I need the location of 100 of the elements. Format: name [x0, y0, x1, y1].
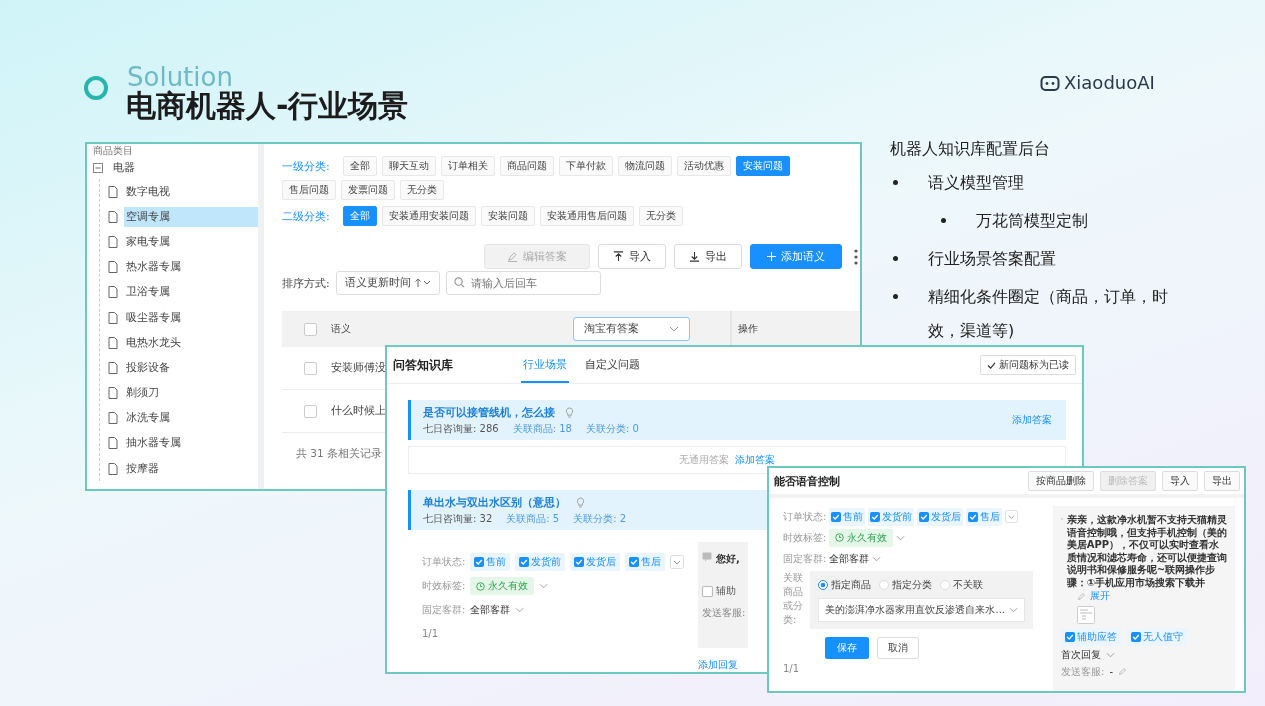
tree-item[interactable]: 抽水器专属 — [124, 433, 258, 454]
table-cell: 什么时候上 — [331, 404, 386, 418]
checkbox-icon — [519, 557, 530, 567]
stat-text: 关联分类: 0 — [585, 421, 639, 436]
sort-dropdown[interactable]: 语义更新时间 — [335, 271, 440, 295]
category-tag[interactable]: 商品问题 — [499, 156, 554, 176]
category-tag[interactable]: 聊天互动 — [381, 156, 436, 176]
chevron-down-icon[interactable] — [1106, 651, 1115, 658]
radio-icon — [818, 580, 829, 590]
bullet-icon — [893, 256, 898, 261]
radio-option[interactable]: 不关联 — [940, 578, 984, 592]
slide-title: 电商机器人-行业场景 — [126, 88, 409, 124]
tree-item[interactable]: 吸尘器专属 — [124, 307, 258, 328]
category-tag[interactable]: 安装通用售后问题 — [539, 206, 634, 226]
toolbar-button[interactable]: 按商品删除 — [1028, 471, 1094, 491]
pencil-icon[interactable] — [1118, 667, 1127, 676]
lightbulb-icon — [576, 496, 585, 508]
filter-label: 二级分类: — [282, 208, 330, 224]
category-tag[interactable]: 无分类 — [638, 206, 683, 226]
answer-filter-dropdown[interactable]: 淘宝有答案 — [573, 317, 690, 341]
file-icon — [108, 361, 118, 374]
category-tag[interactable]: 物流问题 — [617, 156, 672, 176]
bullet-text: 万花筒模型定制 — [976, 210, 1089, 232]
clock-icon — [835, 533, 845, 542]
chevron-down-icon — [669, 326, 679, 332]
robot-face-icon — [1040, 73, 1060, 92]
column-header: 语义 — [331, 322, 351, 336]
bullet-text: 语义模型管理 — [928, 172, 1025, 194]
assist-checkbox[interactable]: 辅助 — [702, 584, 748, 598]
tree-item[interactable]: 投影设备 — [124, 357, 258, 378]
tree-item[interactable]: 热水器专属 — [124, 257, 258, 278]
field-label: 订单状态: — [422, 555, 466, 569]
search-field[interactable]: 请输入后回车 — [445, 271, 601, 295]
tree-item[interactable]: 空调专属 — [124, 206, 258, 227]
category-tag[interactable]: 订单相关 — [440, 156, 495, 176]
question-title[interactable]: 单出水与双出水区别（意思） — [423, 494, 566, 510]
slide-subtitle: Solution — [127, 64, 233, 90]
product-dropdown[interactable]: 美的澎湃净水器家用直饮反渗透自来水... — [818, 598, 1025, 622]
more-icon[interactable] — [854, 248, 858, 265]
tree-item[interactable]: 数字电视 — [124, 181, 258, 202]
category-tag[interactable]: 活动优惠 — [676, 156, 731, 176]
category-tag[interactable]: 发票问题 — [341, 180, 395, 200]
stat-text: 七日咨询量: 286 — [423, 421, 499, 436]
send-value: - — [1109, 666, 1113, 677]
category-tag[interactable]: 售后问题 — [282, 180, 336, 200]
file-icon — [108, 387, 118, 400]
upload-icon — [613, 251, 624, 262]
radio-option[interactable]: 指定商品 — [818, 578, 872, 592]
download-icon — [689, 251, 700, 262]
bullet-icon — [893, 180, 898, 185]
tree-item[interactable]: 电热水龙头 — [124, 332, 258, 353]
checkbox-icon — [919, 511, 930, 522]
reply-text: 您好, — [716, 552, 740, 566]
category-tag[interactable]: 无分类 — [400, 180, 444, 200]
toolbar-button[interactable]: 导入 — [1162, 471, 1198, 491]
chevron-down-icon[interactable] — [539, 583, 549, 589]
category-tag[interactable]: 安装通用安装问题 — [381, 206, 476, 226]
tree-item[interactable]: 电器 — [113, 161, 135, 175]
file-icon — [108, 185, 118, 198]
radio-option[interactable]: 指定分类 — [879, 578, 933, 592]
checkbox[interactable] — [304, 322, 317, 336]
chevron-down-icon[interactable] — [896, 534, 906, 541]
sort-arrow-icon — [414, 278, 431, 288]
import-button[interactable]: 导入 — [598, 244, 666, 269]
lightbulb-icon — [565, 406, 574, 418]
chevron-down-icon[interactable] — [515, 607, 525, 613]
checkbox[interactable] — [304, 404, 317, 418]
logo-text: XiaoduoAI — [1064, 72, 1155, 93]
question-title[interactable]: 是否可以接管线机，怎么接 — [423, 404, 555, 420]
tree-item[interactable]: 冰洗专属 — [124, 408, 258, 429]
ring-icon — [84, 76, 108, 100]
audience-dropdown[interactable]: 全部客群 — [470, 603, 511, 617]
file-icon — [108, 336, 118, 349]
toolbar-button[interactable]: 导出 — [1204, 471, 1240, 491]
mark-read-button[interactable]: 新问题标为已读 — [980, 355, 1076, 375]
pencil-icon[interactable] — [1077, 591, 1086, 601]
field-label: 关联商品或分类: — [783, 571, 804, 627]
first-reply-dropdown[interactable]: 首次回复 — [1061, 647, 1101, 662]
checkbox[interactable] — [304, 361, 317, 375]
tree-item[interactable]: 按摩器 — [124, 458, 258, 479]
dropdown-icon[interactable] — [670, 555, 685, 569]
table-cell: 安装师傅没 — [331, 361, 386, 375]
dropdown-icon[interactable] — [1005, 510, 1019, 523]
tree-item[interactable]: 卫浴专属 — [124, 282, 258, 303]
tree-item[interactable]: 家电专属 — [124, 231, 258, 252]
sidebar-heading: 商品类目 — [93, 144, 134, 157]
bullet-icon — [893, 294, 898, 299]
category-tag[interactable]: 安装问题 — [480, 206, 535, 226]
bullet-icon — [941, 218, 946, 223]
category-tag[interactable]: 下单付款 — [558, 156, 613, 176]
collapse-icon[interactable] — [93, 163, 103, 173]
cancel-button[interactable]: 取消 — [877, 637, 919, 659]
checkbox-icon — [831, 511, 842, 522]
chevron-down-icon[interactable] — [872, 555, 882, 562]
export-button[interactable]: 导出 — [674, 244, 742, 269]
audience-dropdown[interactable]: 全部客群 — [829, 551, 870, 566]
checkbox-icon — [629, 557, 640, 567]
category-tag[interactable]: 全部 — [342, 156, 377, 176]
tree-item[interactable]: 剃须刀 — [124, 383, 258, 404]
tab[interactable]: 自定义问题 — [583, 347, 642, 383]
